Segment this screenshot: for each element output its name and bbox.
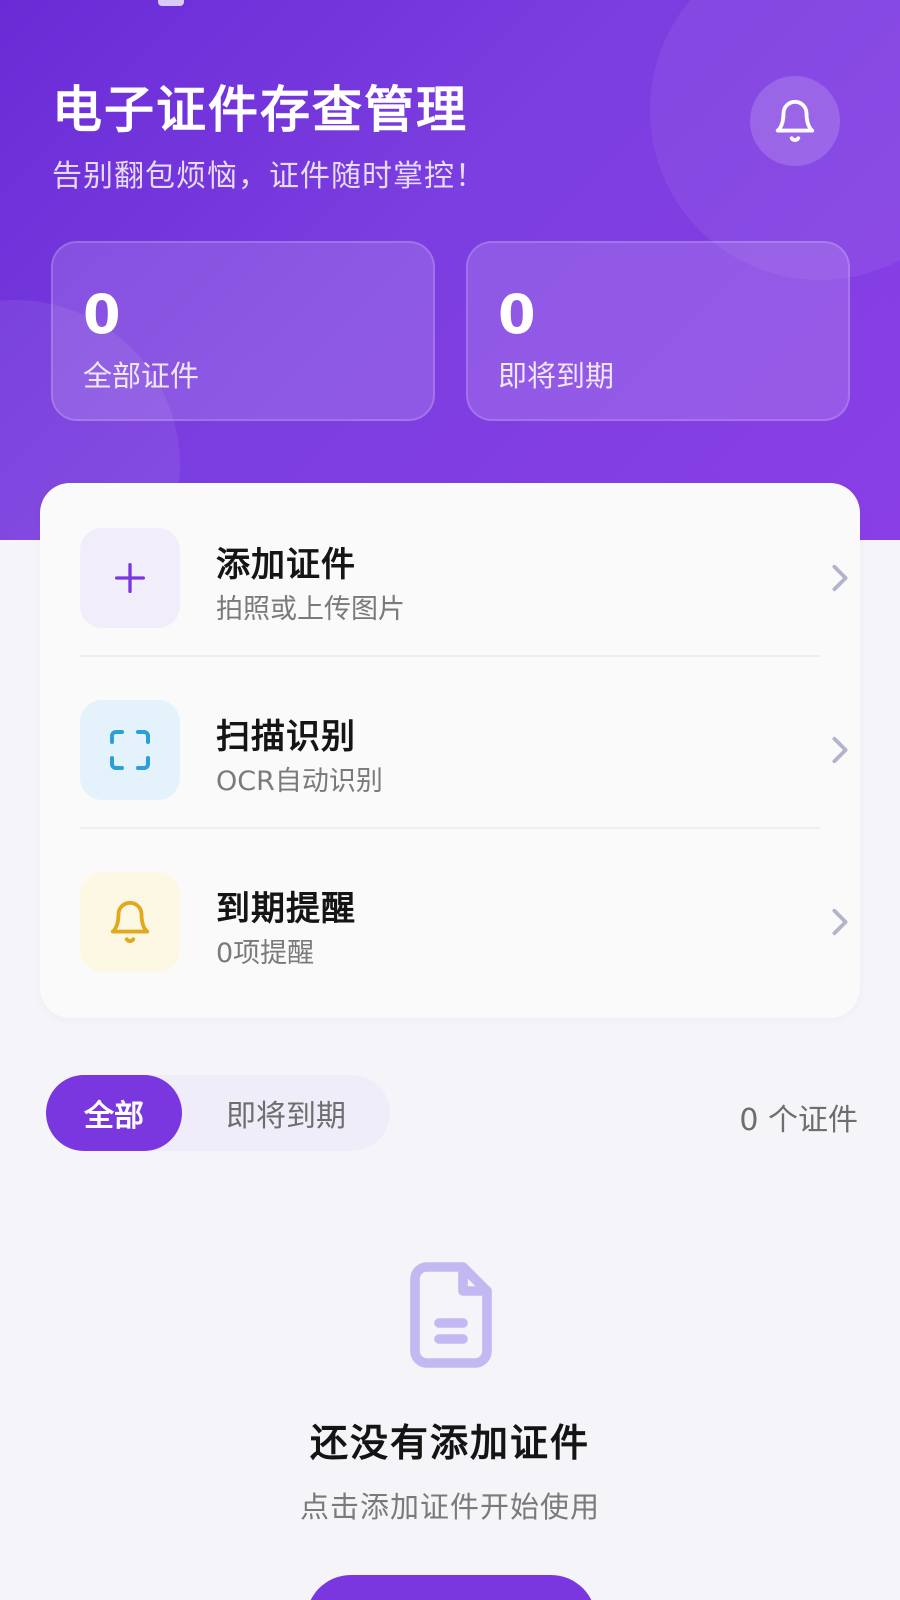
action-subtitle: 拍照或上传图片 bbox=[216, 594, 405, 625]
chevron-right-icon bbox=[832, 564, 848, 592]
stat-label: 即将到期 bbox=[498, 359, 615, 393]
stat-value: 0 bbox=[83, 283, 121, 346]
action-subtitle: 0项提醒 bbox=[216, 938, 315, 969]
header-banner: 电子证件存查管理 告别翻包烦恼，证件随时掌控！ 0 全部证件 0 即将到期 bbox=[0, 0, 900, 540]
stat-card-all[interactable]: 0 全部证件 bbox=[51, 241, 435, 421]
action-title: 到期提醒 bbox=[216, 889, 356, 929]
bell-icon bbox=[110, 901, 150, 943]
status-bar-indicator bbox=[158, 0, 184, 6]
tab-all[interactable]: 全部 bbox=[46, 1075, 182, 1151]
reminder-icon-tile bbox=[80, 872, 180, 972]
action-scan-recognize[interactable]: 扫描识别 OCR自动识别 bbox=[40, 655, 860, 827]
stat-card-expiring[interactable]: 0 即将到期 bbox=[466, 241, 850, 421]
scan-icon bbox=[110, 730, 150, 770]
action-add-document[interactable]: 添加证件 拍照或上传图片 bbox=[40, 483, 860, 655]
chevron-right-icon bbox=[832, 736, 848, 764]
empty-state-title: 还没有添加证件 bbox=[309, 1421, 590, 1465]
document-icon bbox=[410, 1262, 492, 1368]
add-icon-tile bbox=[80, 528, 180, 628]
quick-actions-card: 添加证件 拍照或上传图片 扫描识别 OCR自动识别 到期提醒 0项提醒 bbox=[40, 483, 860, 1018]
empty-state-subtitle: 点击添加证件开始使用 bbox=[299, 1490, 600, 1524]
chevron-right-icon bbox=[832, 908, 848, 936]
notification-button[interactable] bbox=[750, 76, 840, 166]
app-screen: 电子证件存查管理 告别翻包烦恼，证件随时掌控！ 0 全部证件 0 即将到期 添加… bbox=[0, 0, 900, 1600]
filter-tabs: 全部 即将到期 bbox=[46, 1075, 390, 1151]
action-title: 添加证件 bbox=[216, 545, 356, 585]
action-title: 扫描识别 bbox=[216, 717, 356, 757]
stat-label: 全部证件 bbox=[83, 359, 200, 393]
bell-icon bbox=[775, 100, 815, 142]
page-subtitle: 告别翻包烦恼，证件随时掌控！ bbox=[52, 159, 486, 194]
scan-icon-tile bbox=[80, 700, 180, 800]
tab-expiring[interactable]: 即将到期 bbox=[196, 1075, 376, 1151]
add-document-button[interactable] bbox=[306, 1575, 596, 1600]
stat-value: 0 bbox=[498, 283, 536, 346]
document-count: 0 个证件 bbox=[739, 1103, 858, 1138]
action-expiry-reminder[interactable]: 到期提醒 0项提醒 bbox=[40, 827, 860, 999]
action-subtitle: OCR自动识别 bbox=[216, 766, 383, 797]
page-title: 电子证件存查管理 bbox=[52, 81, 468, 139]
plus-icon bbox=[115, 563, 145, 593]
